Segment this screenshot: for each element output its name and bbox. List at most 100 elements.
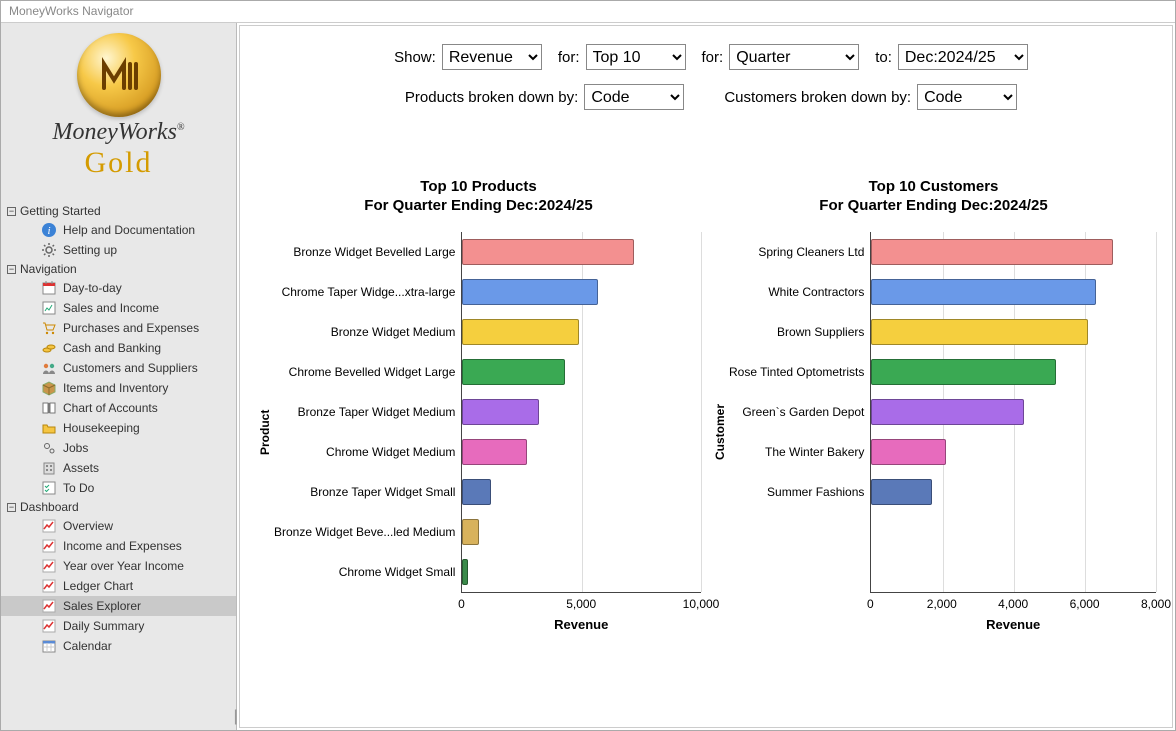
category-label: Chrome Bevelled Widget Large	[274, 352, 461, 392]
bar	[462, 239, 634, 265]
brand-text: MoneyWorks®	[1, 119, 236, 146]
tree-group-header[interactable]: −Getting Started	[1, 202, 236, 220]
tree-group-header[interactable]: −Navigation	[1, 260, 236, 278]
bar	[462, 439, 526, 465]
x-tick-label: 5,000	[566, 597, 596, 611]
sidebar-item-label: Sales and Income	[63, 301, 159, 315]
sidebar-item-items-and-inventory[interactable]: Items and Inventory	[1, 378, 236, 398]
x-tick-label: 6,000	[1070, 597, 1100, 611]
chart-icon	[41, 558, 57, 574]
sidebar-item-label: Sales Explorer	[63, 599, 141, 613]
cart-icon	[41, 320, 57, 336]
x-tick-label: 0	[867, 597, 874, 611]
sidebar-item-label: Calendar	[63, 639, 112, 653]
for2-label: for:	[702, 49, 724, 66]
nav-tree: −Getting StartediHelp and DocumentationS…	[1, 202, 236, 656]
bar	[462, 559, 468, 585]
category-label: Chrome Widget Small	[274, 552, 461, 592]
sidebar-item-income-and-expenses[interactable]: Income and Expenses	[1, 536, 236, 556]
sidebar-item-day-to-day[interactable]: Day-to-day	[1, 278, 236, 298]
sidebar-item-label: Purchases and Expenses	[63, 321, 199, 335]
sidebar-item-label: Income and Expenses	[63, 539, 182, 553]
sidebar-item-sales-explorer[interactable]: Sales Explorer	[1, 596, 236, 616]
sidebar-item-label: Jobs	[63, 441, 88, 455]
customers-chart: Top 10 CustomersFor Quarter Ending Dec:2…	[711, 178, 1156, 632]
folder-icon	[41, 420, 57, 436]
bar	[462, 479, 491, 505]
tree-group-header[interactable]: −Dashboard	[1, 498, 236, 516]
to-select[interactable]: Dec:2024/25	[898, 44, 1028, 70]
bar	[462, 279, 598, 305]
collapse-icon: −	[7, 207, 16, 216]
for1-label: for:	[558, 49, 580, 66]
show-select[interactable]: Revenue	[442, 44, 542, 70]
sidebar-item-assets[interactable]: Assets	[1, 458, 236, 478]
gears-icon	[41, 440, 57, 456]
category-label: Bronze Widget Bevelled Large	[274, 232, 461, 272]
logo-block: MoneyWorks® Gold	[1, 27, 236, 180]
sidebar-item-setting-up[interactable]: Setting up	[1, 240, 236, 260]
sidebar-item-daily-summary[interactable]: Daily Summary	[1, 616, 236, 636]
info-icon: i	[41, 222, 57, 238]
for1-select[interactable]: Top 10	[586, 44, 686, 70]
customers-breakdown-label: Customers broken down by:	[724, 89, 911, 106]
bar	[871, 279, 1095, 305]
sidebar-item-label: Help and Documentation	[63, 223, 195, 237]
sidebar-item-cash-and-banking[interactable]: Cash and Banking	[1, 338, 236, 358]
category-label: Bronze Widget Beve...led Medium	[274, 512, 461, 552]
x-axis-label: Revenue	[870, 617, 1156, 632]
sidebar-item-jobs[interactable]: Jobs	[1, 438, 236, 458]
sidebar-item-year-over-year-income[interactable]: Year over Year Income	[1, 556, 236, 576]
y-axis-label: Product	[256, 232, 274, 632]
bar	[462, 359, 565, 385]
products-chart: Top 10 ProductsFor Quarter Ending Dec:20…	[256, 178, 701, 632]
category-label: White Contractors	[729, 272, 870, 312]
building-icon	[41, 460, 57, 476]
category-label: Bronze Widget Medium	[274, 312, 461, 352]
to-label: to:	[875, 49, 892, 66]
chart-icon	[41, 598, 57, 614]
sidebar-item-label: Daily Summary	[63, 619, 144, 633]
collapse-icon: −	[7, 503, 16, 512]
sidebar-item-ledger-chart[interactable]: Ledger Chart	[1, 576, 236, 596]
bar	[871, 439, 946, 465]
sidebar-item-to-do[interactable]: To Do	[1, 478, 236, 498]
bar	[462, 519, 479, 545]
for2-select[interactable]: Quarter	[729, 44, 859, 70]
bar	[871, 399, 1024, 425]
bar	[462, 399, 538, 425]
sidebar-item-chart-of-accounts[interactable]: Chart of Accounts	[1, 398, 236, 418]
category-label: Chrome Widget Medium	[274, 432, 461, 472]
chart-icon	[41, 538, 57, 554]
gear-icon	[41, 242, 57, 258]
window-title: MoneyWorks Navigator	[9, 4, 134, 18]
sidebar-item-overview[interactable]: Overview	[1, 516, 236, 536]
sidebar-item-calendar[interactable]: Calendar	[1, 636, 236, 656]
x-axis-label: Revenue	[461, 617, 701, 632]
filter-bar: Show: Revenue for: Top 10 for: Quarter t…	[250, 44, 1162, 110]
edition-text: Gold	[1, 146, 236, 180]
products-breakdown-label: Products broken down by:	[405, 89, 578, 106]
tree-group-label: Getting Started	[20, 204, 101, 218]
x-tick-label: 0	[458, 597, 465, 611]
chart-icon	[41, 578, 57, 594]
category-label: Green`s Garden Depot	[729, 392, 870, 432]
sidebar-item-housekeeping[interactable]: Housekeeping	[1, 418, 236, 438]
sidebar-item-label: Year over Year Income	[63, 559, 184, 573]
collapse-icon: −	[7, 265, 16, 274]
category-label: Bronze Taper Widget Small	[274, 472, 461, 512]
sidebar-item-label: Setting up	[63, 243, 117, 257]
sidebar-item-customers-and-suppliers[interactable]: Customers and Suppliers	[1, 358, 236, 378]
chart-title: Top 10 ProductsFor Quarter Ending Dec:20…	[256, 178, 701, 216]
sidebar-item-sales-and-income[interactable]: Sales and Income	[1, 298, 236, 318]
bar	[871, 319, 1088, 345]
charts-area: Top 10 ProductsFor Quarter Ending Dec:20…	[250, 178, 1162, 632]
sidebar-item-help-and-documentation[interactable]: i Help and Documentation	[1, 220, 236, 240]
customers-breakdown-select[interactable]: Code	[917, 84, 1017, 110]
report-icon	[41, 300, 57, 316]
products-breakdown-select[interactable]: Code	[584, 84, 684, 110]
tree-group-label: Dashboard	[20, 500, 79, 514]
window-titlebar: MoneyWorks Navigator	[1, 1, 1175, 23]
category-label: Brown Suppliers	[729, 312, 870, 352]
sidebar-item-purchases-and-expenses[interactable]: Purchases and Expenses	[1, 318, 236, 338]
